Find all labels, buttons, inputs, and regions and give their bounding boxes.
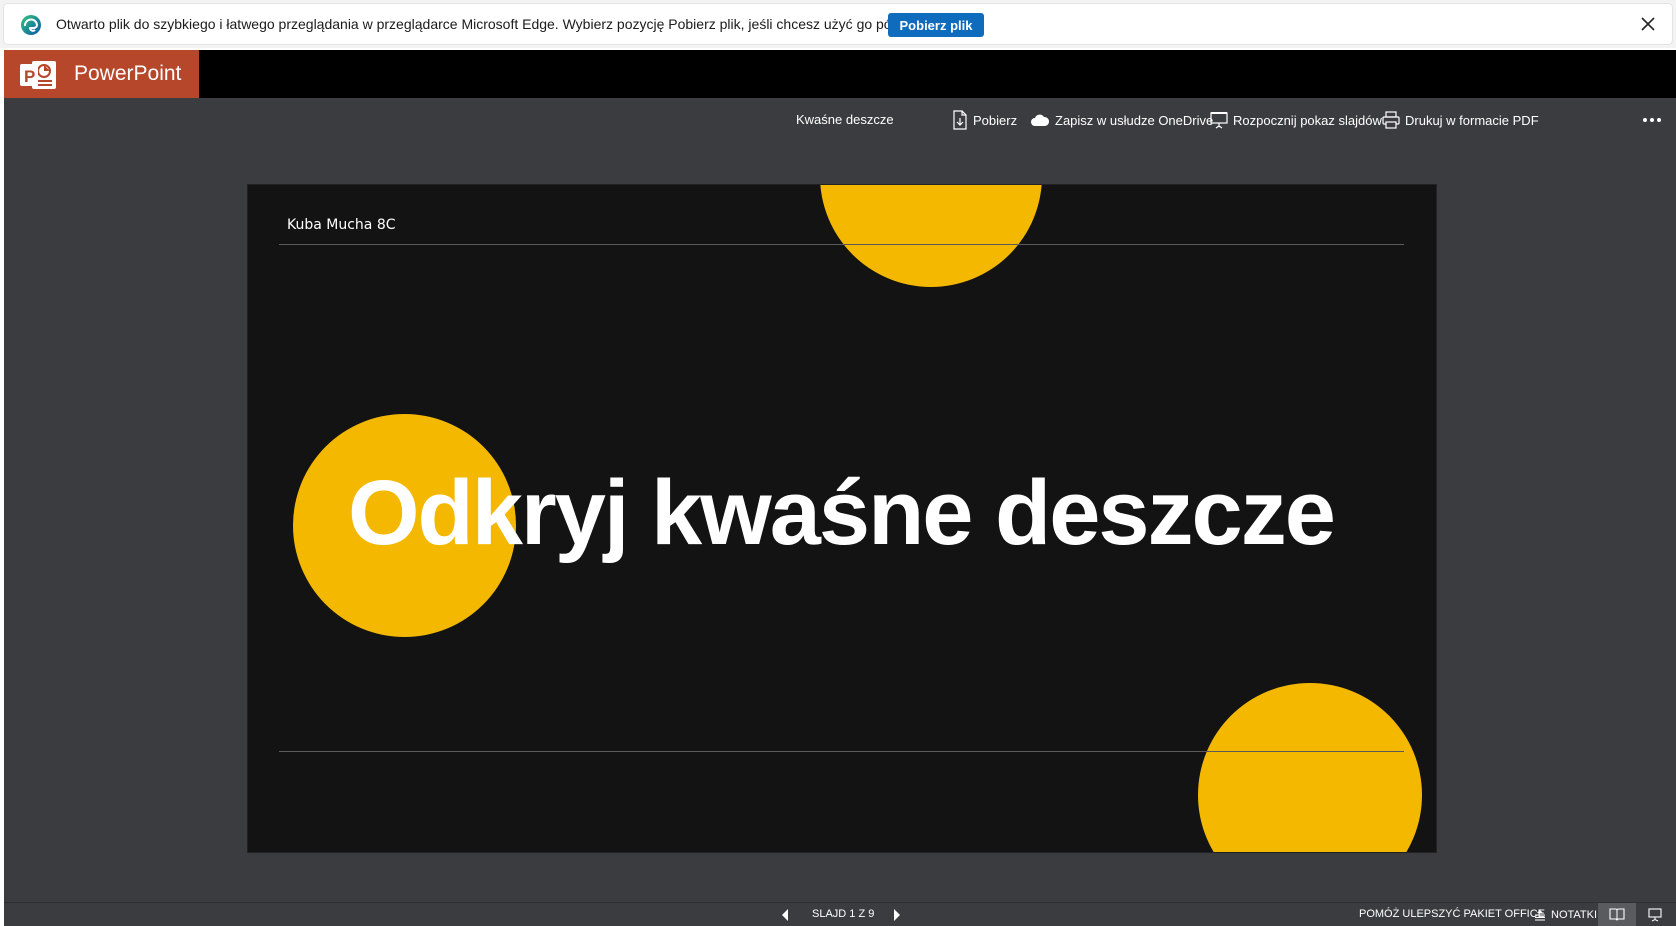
- slide-canvas: Kuba Mucha 8C Odkryj kwaśne deszcze: [248, 185, 1436, 852]
- edge-icon: [21, 15, 41, 35]
- reading-view-icon: [1609, 908, 1625, 921]
- command-bar: Kwaśne deszcze Pobierz Zapisz w usłudze …: [4, 98, 1676, 142]
- powerpoint-viewer: P PowerPoint Kwaśne deszcze Pobierz Zapi…: [4, 50, 1676, 926]
- previous-slide-icon[interactable]: [779, 908, 791, 922]
- infobar-message: Otwarto plik do szybkiego i łatwego prze…: [56, 16, 925, 32]
- download-command-label: Pobierz: [973, 112, 1018, 128]
- download-file-button[interactable]: Pobierz plik: [888, 13, 984, 37]
- reading-view-button[interactable]: [1598, 903, 1636, 926]
- app-header: P PowerPoint: [4, 50, 1676, 98]
- status-bar: SLAJD 1 Z 9 POMÓŻ ULEPSZYĆ PAKIET OFFICE…: [4, 902, 1676, 926]
- slideshow-view-icon: [1648, 907, 1662, 921]
- yellow-circle-bottom-right: [1198, 683, 1422, 852]
- slide-bottom-divider: [279, 751, 1404, 752]
- slide-title: Odkryj kwaśne deszcze: [348, 462, 1336, 564]
- slide-author: Kuba Mucha 8C: [287, 217, 396, 233]
- powerpoint-logo-icon: P: [20, 61, 56, 89]
- download-command[interactable]: Pobierz: [952, 108, 1017, 132]
- download-file-icon: [953, 110, 967, 130]
- svg-text:P: P: [24, 67, 35, 86]
- slideshow-icon: [1210, 112, 1228, 129]
- save-onedrive-label: Zapisz w usłudze OneDrive: [1055, 112, 1214, 128]
- notes-toggle[interactable]: NOTATKI: [1534, 904, 1597, 926]
- close-icon[interactable]: [1636, 12, 1660, 36]
- print-pdf-command[interactable]: Drukuj w formacie PDF: [1382, 108, 1539, 132]
- edge-infobar: Otwarto plik do szybkiego i łatwego prze…: [0, 0, 1676, 48]
- notes-icon: [1535, 910, 1545, 921]
- slide-top-divider: [279, 244, 1404, 245]
- save-onedrive-command[interactable]: Zapisz w usłudze OneDrive: [1030, 108, 1213, 132]
- printer-icon: [1382, 111, 1400, 129]
- slideshow-view-button[interactable]: [1640, 903, 1670, 926]
- start-slideshow-command[interactable]: Rozpocznij pokaz slajdów: [1210, 108, 1382, 132]
- app-name: PowerPoint: [74, 62, 182, 85]
- yellow-circle-top: [820, 185, 1042, 287]
- next-slide-icon[interactable]: [891, 908, 903, 922]
- print-pdf-label: Drukuj w formacie PDF: [1405, 112, 1539, 128]
- document-title: Kwaśne deszcze: [796, 112, 894, 127]
- start-slideshow-label: Rozpocznij pokaz slajdów: [1233, 112, 1382, 128]
- onedrive-cloud-icon: [1031, 114, 1050, 126]
- notes-label: NOTATKI: [1551, 909, 1598, 921]
- more-options-icon[interactable]: [1640, 110, 1664, 130]
- help-improve-office-link[interactable]: POMÓŻ ULEPSZYĆ PAKIET OFFICE: [1359, 908, 1545, 920]
- slide-counter: SLAJD 1 Z 9: [812, 908, 875, 920]
- app-brand[interactable]: P PowerPoint: [4, 50, 199, 98]
- infobar-panel: Otwarto plik do szybkiego i łatwego prze…: [4, 4, 1672, 44]
